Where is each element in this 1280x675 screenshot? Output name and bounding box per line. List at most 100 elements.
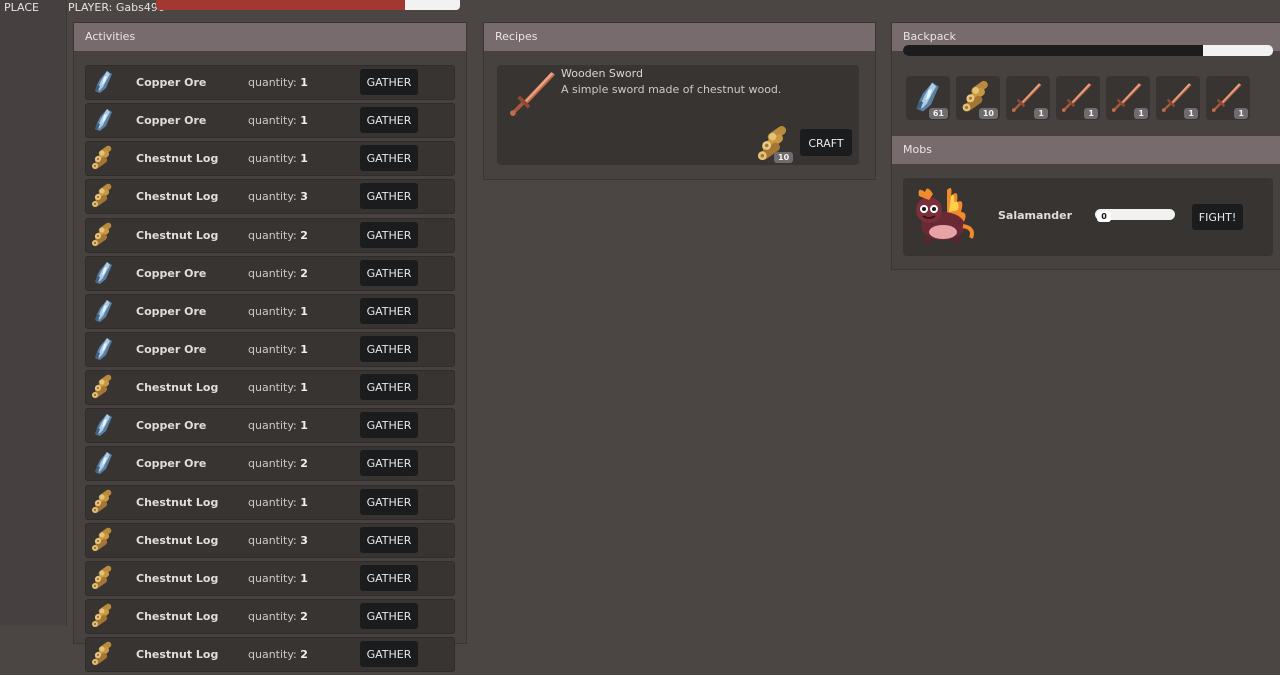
chestnut-log-icon — [90, 145, 116, 171]
activity-name: Chestnut Log — [136, 381, 219, 395]
activity-name: Copper Ore — [136, 304, 207, 318]
gather-button[interactable]: GATHER — [360, 488, 418, 515]
gather-button[interactable]: GATHER — [360, 221, 418, 248]
gather-button[interactable]: GATHER — [360, 69, 418, 95]
activity-row: Chestnut Log quantity: 3 GATHER — [85, 179, 455, 215]
backpack-slot[interactable]: 1 — [1106, 76, 1150, 120]
place-sidebar: PLACE — [0, 0, 67, 626]
quantity-value: 1 — [300, 495, 308, 509]
item-count-badge: 61 — [928, 108, 948, 119]
backpack-slot[interactable]: 1 — [1206, 76, 1250, 120]
gather-button[interactable]: GATHER — [360, 641, 418, 668]
activity-row: Copper Ore quantity: 1 GATHER — [85, 408, 455, 444]
backpack-slot[interactable]: 1 — [1006, 76, 1050, 120]
activity-name: Copper Ore — [136, 76, 207, 89]
activity-row: Chestnut Log quantity: 1 GATHER — [85, 484, 455, 520]
quantity-prefix: quantity: — [248, 152, 297, 166]
item-count-badge: 1 — [1184, 108, 1198, 119]
activity-row: Chestnut Log quantity: 1 GATHER — [85, 141, 455, 177]
craft-button[interactable]: CRAFT — [800, 129, 852, 156]
quantity-prefix: quantity: — [248, 533, 297, 547]
gather-button[interactable]: GATHER — [360, 297, 418, 324]
item-count-badge: 10 — [978, 108, 998, 119]
quantity-prefix: quantity: — [248, 114, 297, 128]
quantity-value: 1 — [300, 571, 308, 585]
ingredient-count-badge: 10 — [774, 152, 794, 163]
gather-button[interactable]: GATHER — [360, 602, 418, 629]
quantity-value: 2 — [300, 648, 308, 662]
quantity-prefix: quantity: — [248, 190, 297, 204]
activity-row: Chestnut Log quantity: 3 GATHER — [85, 522, 455, 558]
activity-row: Copper Ore quantity: 1 GATHER — [85, 331, 455, 367]
activity-name: Chestnut Log — [136, 190, 219, 204]
activity-row: Chestnut Log quantity: 2 GATHER — [85, 598, 455, 634]
activity-name: Chestnut Log — [136, 228, 219, 242]
gather-button[interactable]: GATHER — [360, 526, 418, 553]
quantity-value: 1 — [300, 304, 308, 318]
player-hp-bar — [156, 0, 460, 10]
activity-row: Copper Ore quantity: 1 GATHER — [85, 293, 455, 329]
gather-button[interactable]: GATHER — [360, 335, 418, 362]
mob-hp-value: 0 — [1097, 211, 1111, 222]
recipes-header: Recipes — [484, 23, 875, 51]
activity-quantity: quantity: 1 — [248, 305, 308, 318]
activities-list[interactable]: Copper Ore quantity: 1 GATHER Copper Ore qua… — [85, 65, 455, 675]
quantity-value: 2 — [300, 228, 308, 242]
quantity-prefix: quantity: — [248, 648, 297, 662]
activity-row: Chestnut Log quantity: 1 GATHER — [85, 370, 455, 406]
activity-name: Copper Ore — [136, 266, 207, 280]
quantity-value: 1 — [300, 419, 308, 433]
copper-ore-icon — [90, 412, 116, 438]
activity-row: Copper Ore quantity: 1 GATHER — [85, 103, 455, 139]
quantity-prefix: quantity: — [248, 342, 297, 356]
quantity-prefix: quantity: — [248, 495, 297, 509]
salamander-icon — [916, 188, 974, 243]
activity-row: Chestnut Log quantity: 2 GATHER — [85, 637, 455, 673]
chestnut-log-icon — [90, 489, 116, 515]
backpack-slot[interactable]: 1 — [1156, 76, 1200, 120]
quantity-value: 2 — [300, 609, 308, 623]
activity-row: Chestnut Log quantity: 1 GATHER — [85, 560, 455, 596]
activities-header: Activities — [74, 23, 466, 51]
quantity-prefix: quantity: — [248, 609, 297, 623]
gather-button[interactable]: GATHER — [360, 259, 418, 286]
copper-ore-icon — [90, 298, 116, 324]
activities-panel: Activities Copper Ore quantity: 1 GATHER Co… — [73, 22, 467, 673]
quantity-value: 1 — [300, 114, 308, 128]
quantity-value: 1 — [300, 381, 308, 395]
fight-button[interactable]: FIGHT! — [1192, 204, 1243, 230]
mobs-header: Mobs — [892, 136, 1280, 164]
activity-name: Chestnut Log — [136, 571, 219, 585]
activity-quantity: quantity: 2 — [248, 610, 308, 623]
backpack-slot[interactable]: 10 — [956, 76, 1000, 120]
quantity-prefix: quantity: — [248, 419, 297, 433]
item-count-badge: 1 — [1084, 108, 1098, 119]
gather-button[interactable]: GATHER — [360, 374, 418, 401]
quantity-prefix: quantity: — [248, 228, 297, 242]
activity-quantity: quantity: 2 — [248, 267, 308, 280]
copper-ore-icon — [90, 260, 116, 286]
gather-button[interactable]: GATHER — [360, 412, 418, 439]
backpack-capacity-fill — [903, 45, 1203, 56]
activity-name: Copper Ore — [136, 419, 207, 433]
gather-button[interactable]: GATHER — [360, 107, 418, 134]
activity-name: Copper Ore — [136, 114, 207, 128]
gather-button[interactable]: GATHER — [360, 450, 418, 477]
mob-name: Salamander — [998, 209, 1073, 222]
quantity-value: 3 — [300, 190, 308, 204]
recipe-description: A simple sword made of chestnut wood. — [561, 83, 782, 96]
copper-ore-icon — [90, 107, 116, 133]
backpack-capacity-bar — [903, 45, 1273, 56]
chestnut-log-icon — [90, 603, 116, 629]
activity-name: Chestnut Log — [136, 609, 219, 623]
gather-button[interactable]: GATHER — [360, 145, 418, 172]
activity-quantity: quantity: 1 — [248, 76, 308, 89]
gather-button[interactable]: GATHER — [360, 183, 418, 210]
backpack-slot[interactable]: 61 — [906, 76, 950, 120]
chestnut-log-icon — [90, 183, 116, 209]
quantity-value: 3 — [300, 533, 308, 547]
backpack-slot[interactable]: 1 — [1056, 76, 1100, 120]
gather-button[interactable]: GATHER — [360, 564, 418, 591]
activity-quantity: quantity: 2 — [248, 648, 308, 661]
activity-row: Copper Ore quantity: 2 GATHER — [85, 446, 455, 482]
